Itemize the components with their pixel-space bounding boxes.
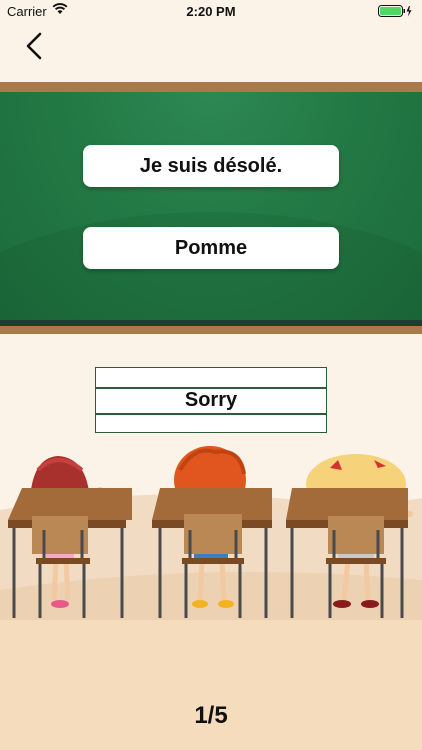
answer-box: Sorry xyxy=(95,367,327,433)
chevron-left-icon xyxy=(26,32,42,60)
battery-icon xyxy=(378,5,412,17)
progress-counter: 1/5 xyxy=(194,702,228,729)
classroom-illustration xyxy=(0,446,422,620)
chalkboard-frame-bottom xyxy=(0,326,422,334)
back-button[interactable] xyxy=(18,30,52,64)
chalkboard-frame-top xyxy=(0,82,422,92)
status-time: 2:20 PM xyxy=(186,4,236,19)
choice-button-1[interactable]: Je suis désolé. xyxy=(83,145,339,187)
chalkboard xyxy=(0,92,422,320)
answer-line-bottom xyxy=(96,413,326,415)
answer-text: Sorry xyxy=(184,389,238,411)
choice-button-2[interactable]: Pomme xyxy=(83,227,339,269)
status-bar: Carrier 2:20 PM xyxy=(0,0,422,22)
floor-panel xyxy=(0,620,422,750)
